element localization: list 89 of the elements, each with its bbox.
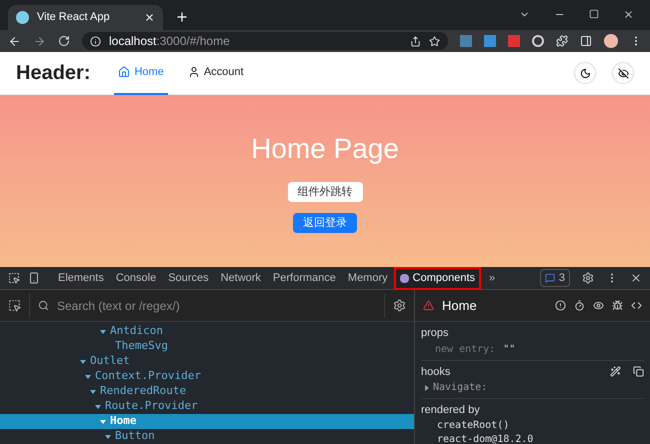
expand-arrow-icon[interactable] bbox=[100, 328, 106, 334]
tree-row[interactable]: Route.Provider bbox=[0, 399, 414, 414]
copy-icon[interactable] bbox=[633, 366, 644, 378]
forward-icon[interactable] bbox=[33, 34, 46, 48]
section-title: props bbox=[421, 326, 450, 341]
renderer-name: react-dom@18.2.0 bbox=[436, 432, 534, 444]
home-icon bbox=[118, 66, 130, 78]
page-button[interactable]: 返回登录 bbox=[293, 213, 357, 233]
reload-icon[interactable] bbox=[58, 35, 70, 47]
expand-arrow-icon[interactable] bbox=[105, 434, 111, 440]
extension-icon[interactable] bbox=[532, 35, 544, 47]
info-icon bbox=[90, 36, 101, 46]
code-icon[interactable] bbox=[631, 300, 642, 311]
component-name: Antdicon bbox=[110, 323, 163, 340]
inspect-icon[interactable] bbox=[8, 272, 20, 284]
warning-icon bbox=[423, 300, 434, 311]
tree-row[interactable]: Home bbox=[0, 414, 414, 429]
hide-button[interactable] bbox=[612, 62, 634, 84]
site-icon bbox=[16, 11, 29, 24]
section-title: hooks bbox=[421, 364, 452, 380]
more-tabs[interactable]: » bbox=[489, 270, 496, 286]
renderer-name: createRoot() bbox=[436, 418, 510, 432]
eye-off-icon bbox=[618, 68, 628, 78]
component-title: Home bbox=[442, 296, 478, 315]
expand-arrow-icon[interactable] bbox=[425, 384, 429, 390]
devtools-tab[interactable]: Network bbox=[214, 266, 267, 290]
new-tab-icon[interactable] bbox=[175, 10, 189, 24]
browser-tab[interactable]: Vite React App bbox=[8, 5, 163, 30]
issues-badge[interactable]: 3 bbox=[540, 268, 570, 288]
message-icon bbox=[544, 273, 555, 283]
expand-arrow-icon[interactable] bbox=[90, 388, 96, 394]
close-icon[interactable] bbox=[630, 272, 642, 284]
wand-icon[interactable] bbox=[610, 366, 621, 378]
url-text: localhost:3000/#/home bbox=[109, 33, 231, 50]
component-name: Context.Provider bbox=[95, 368, 201, 384]
user-icon bbox=[188, 66, 200, 78]
devtools-tab[interactable]: Performance bbox=[266, 266, 342, 290]
devtools-tab[interactable]: Elements bbox=[52, 266, 110, 290]
component-name: Button bbox=[115, 428, 155, 444]
search-icon bbox=[38, 300, 49, 311]
tree-row[interactable]: Antdicon bbox=[0, 324, 414, 339]
devtools-tab[interactable]: Components bbox=[394, 266, 482, 290]
page-button[interactable]: 组件外跳转 bbox=[288, 182, 362, 202]
tree-row[interactable]: ThemeSvg bbox=[0, 339, 414, 354]
section-title: rendered by bbox=[421, 403, 481, 418]
expand-arrow-icon[interactable] bbox=[100, 418, 106, 424]
puzzle-icon[interactable] bbox=[556, 35, 568, 47]
close-icon[interactable] bbox=[623, 9, 634, 20]
header-title: Header: bbox=[16, 61, 90, 86]
moon-icon bbox=[580, 68, 590, 78]
component-name: Outlet bbox=[90, 353, 130, 370]
devtools-tab[interactable]: Console bbox=[110, 266, 162, 290]
select-element-icon[interactable] bbox=[8, 299, 21, 312]
tree-row[interactable]: Button bbox=[0, 429, 414, 444]
profile-avatar[interactable] bbox=[604, 34, 618, 48]
component-name: Route.Provider bbox=[105, 398, 198, 414]
timer-icon[interactable] bbox=[574, 300, 585, 311]
side-panel-icon[interactable] bbox=[580, 35, 592, 47]
alert-icon[interactable] bbox=[555, 300, 566, 311]
theme-button[interactable] bbox=[574, 62, 596, 84]
expand-arrow-icon[interactable] bbox=[80, 358, 86, 364]
component-name: Home bbox=[110, 413, 136, 430]
tree-row[interactable]: Outlet bbox=[0, 354, 414, 369]
expand-arrow-icon[interactable] bbox=[95, 404, 101, 410]
tab-title: Vite React App bbox=[37, 10, 111, 26]
search-field[interactable]: Search (text or /regex/) bbox=[57, 296, 376, 314]
nav-tab[interactable]: Account bbox=[184, 52, 248, 94]
bug-icon[interactable] bbox=[612, 300, 623, 311]
eye-icon[interactable] bbox=[593, 300, 604, 311]
maximize-icon[interactable] bbox=[589, 9, 599, 19]
share-icon[interactable] bbox=[410, 36, 421, 46]
back-icon[interactable] bbox=[8, 34, 21, 48]
prop-key: new entry: bbox=[435, 342, 496, 356]
tree-row[interactable]: Context.Provider bbox=[0, 369, 414, 384]
page-title: Home Page bbox=[251, 132, 399, 166]
expand-arrow-icon[interactable] bbox=[85, 374, 91, 380]
settings-icon[interactable] bbox=[582, 272, 594, 284]
close-icon[interactable] bbox=[144, 12, 155, 23]
prop-value: "" bbox=[503, 342, 516, 356]
address-bar[interactable]: localhost:3000/#/home bbox=[82, 32, 448, 50]
devtools-tab[interactable]: Sources bbox=[162, 266, 215, 290]
star-icon[interactable] bbox=[429, 36, 440, 46]
component-name: RenderedRoute bbox=[100, 383, 186, 400]
hook-name: Navigate: bbox=[433, 381, 488, 395]
devtools-tab[interactable]: Memory bbox=[342, 266, 394, 290]
settings-icon[interactable] bbox=[393, 299, 406, 312]
tree-row[interactable]: RenderedRoute bbox=[0, 384, 414, 399]
component-name: ThemeSvg bbox=[115, 338, 168, 354]
device-icon[interactable] bbox=[28, 272, 40, 284]
